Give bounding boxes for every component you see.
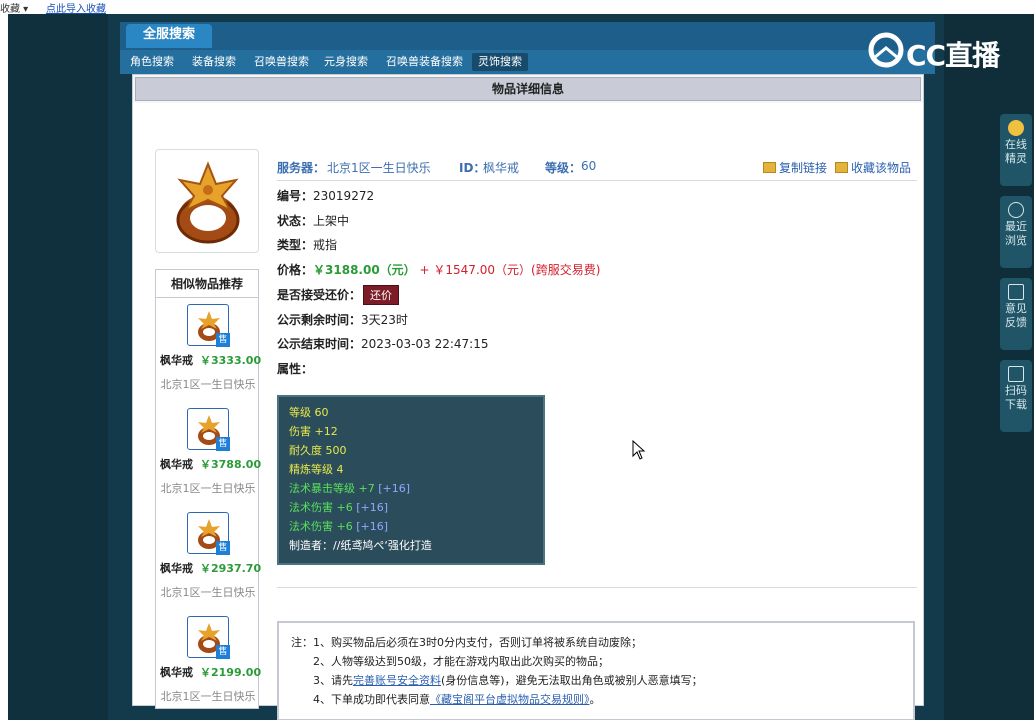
edit-icon	[1008, 284, 1024, 300]
sell-badge: 售	[216, 645, 230, 659]
end-time: 公示结束时间：2023-03-03 22:47:15	[277, 337, 489, 351]
id-label: ID：	[459, 161, 486, 175]
attr-line: 精炼等级 4	[289, 463, 344, 476]
list-item[interactable]: 售 枫华戒 ￥2937.70 北京1区一生日快乐	[156, 508, 261, 608]
favorite-icon	[835, 162, 848, 173]
clock-icon	[1008, 202, 1024, 218]
attr-line: 法术暴击等级 +7 [+16]	[289, 482, 411, 495]
copy-icon	[763, 162, 776, 173]
server-value: 北京1区一生日快乐	[327, 161, 431, 175]
attr-maker: 制造者：//纸鸢鸠ぺ‘强化打造	[289, 539, 432, 552]
tab-summon-search[interactable]: 召唤兽搜索	[248, 53, 315, 71]
attr-line: 耐久度 500	[289, 444, 347, 457]
scan-icon	[1008, 366, 1024, 382]
mouse-cursor-icon	[632, 439, 646, 463]
item-image	[155, 149, 259, 253]
trade-rules-link[interactable]: 《藏宝阁平台虚拟物品交易规则》	[430, 693, 590, 706]
list-item[interactable]: 售 枫华戒 ￥3788.00 北京1区一生日快乐	[156, 404, 261, 504]
favorites-menu[interactable]: 收藏 ▾	[0, 0, 28, 15]
attributes-box: 等级 60 伤害 +12 耐久度 500 精炼等级 4 法术暴击等级 +7 [+…	[277, 395, 545, 565]
tab-all-server-search[interactable]: 全服搜索	[126, 24, 212, 48]
tab-equip-search[interactable]: 装备搜索	[186, 53, 242, 71]
tab-yuanshen-search[interactable]: 元身搜索	[318, 53, 374, 71]
item-number: 编号：23019272	[277, 189, 375, 203]
cc-live-logo: CC直播	[866, 30, 1006, 78]
similar-title: 相似物品推荐	[156, 270, 258, 298]
list-item[interactable]: 售 枫华戒 ￥2199.00 北京1区一生日快乐	[156, 612, 261, 712]
sell-badge: 售	[216, 541, 230, 555]
divider	[277, 587, 917, 588]
attr-line: 法术伤害 +6 [+16]	[289, 520, 389, 533]
attr-line: 等级 60	[289, 406, 329, 419]
item-price: 价格：￥3188.00（元） + ￥1547.00（元）(跨服交易费)	[277, 263, 601, 277]
tab-accessory-search[interactable]: 灵饰搜索	[472, 53, 528, 71]
remain-time: 公示剩余时间：3天23时	[277, 313, 408, 327]
sub-tabs: 角色搜索 装备搜索 召唤兽搜索 元身搜索 召唤兽装备搜索 灵饰搜索	[120, 50, 935, 74]
import-favorites-link[interactable]: 点此导入收藏	[46, 0, 106, 15]
sidebar-item-online-sprite[interactable]: 在线精灵	[1000, 114, 1032, 186]
level-label: 等级：	[545, 161, 582, 175]
attributes-label: 属性：	[277, 362, 314, 376]
detail-panel: 服务器： 北京1区一生日快乐 ID： 枫华戒 等级： 60 复制链接 收藏该物品…	[133, 103, 923, 720]
bargain-row: 是否接受还价： 还价	[277, 285, 400, 305]
sidebar-item-scan-download[interactable]: 扫码下载	[1000, 360, 1032, 432]
browser-top-strip: 收藏 ▾ 点此导入收藏	[0, 0, 1034, 15]
bargain-button[interactable]: 还价	[363, 285, 400, 305]
security-info-link[interactable]: 完善账号安全资料	[353, 674, 441, 687]
tab-summon-equip-search[interactable]: 召唤兽装备搜索	[380, 53, 469, 71]
sell-badge: 售	[216, 333, 230, 347]
attr-line: 法术伤害 +6 [+16]	[289, 501, 389, 514]
detail-content: 物品详细信息 服务器： 北京1区一生日快乐 ID： 枫华戒 等级： 60 复制链…	[132, 74, 924, 720]
ring-icon: 售	[187, 616, 230, 659]
item-type: 类型：戒指	[277, 238, 338, 252]
level-value: 60	[581, 159, 597, 173]
ring-icon	[176, 161, 240, 244]
id-value: 枫华戒	[483, 161, 520, 175]
tab-role-search[interactable]: 角色搜索	[124, 53, 180, 71]
item-info-row: 服务器： 北京1区一生日快乐 ID： 枫华戒 等级： 60 复制链接 收藏该物品	[277, 159, 917, 181]
tab-bar: 全服搜索 角色搜索 装备搜索 召唤兽搜索 元身搜索 召唤兽装备搜索 灵饰搜索	[120, 22, 935, 74]
cc-logo-icon	[868, 32, 904, 68]
detail-header: 物品详细信息	[135, 77, 921, 101]
sidebar-item-feedback[interactable]: 意见反馈	[1000, 278, 1032, 350]
similar-items: 相似物品推荐 售 枫华戒 ￥3333.00 北京1区一生日快乐 售 枫华戒 ￥378…	[155, 269, 261, 712]
avatar-icon	[1008, 120, 1024, 136]
ring-icon: 售	[187, 304, 230, 347]
main-panel: 全服搜索 角色搜索 装备搜索 召唤兽搜索 元身搜索 召唤兽装备搜索 灵饰搜索 物…	[120, 22, 935, 720]
copy-link-button[interactable]: 复制链接	[763, 159, 827, 176]
item-status: 状态：上架中	[277, 214, 350, 228]
ring-icon: 售	[187, 512, 230, 555]
sidebar-item-recent[interactable]: 最近浏览	[1000, 196, 1032, 268]
favorite-button[interactable]: 收藏该物品	[835, 159, 911, 176]
list-item[interactable]: 售 枫华戒 ￥3333.00 北京1区一生日快乐	[156, 300, 261, 400]
attr-line: 伤害 +12	[289, 425, 338, 438]
server-label: 服务器：	[277, 161, 326, 175]
sell-badge: 售	[216, 437, 230, 451]
ring-icon: 售	[187, 408, 230, 451]
purchase-notes: 注：1、购买物品后必须在3时0分内支付，否则订单将被系统自动废除； 2、人物等级…	[277, 621, 915, 720]
